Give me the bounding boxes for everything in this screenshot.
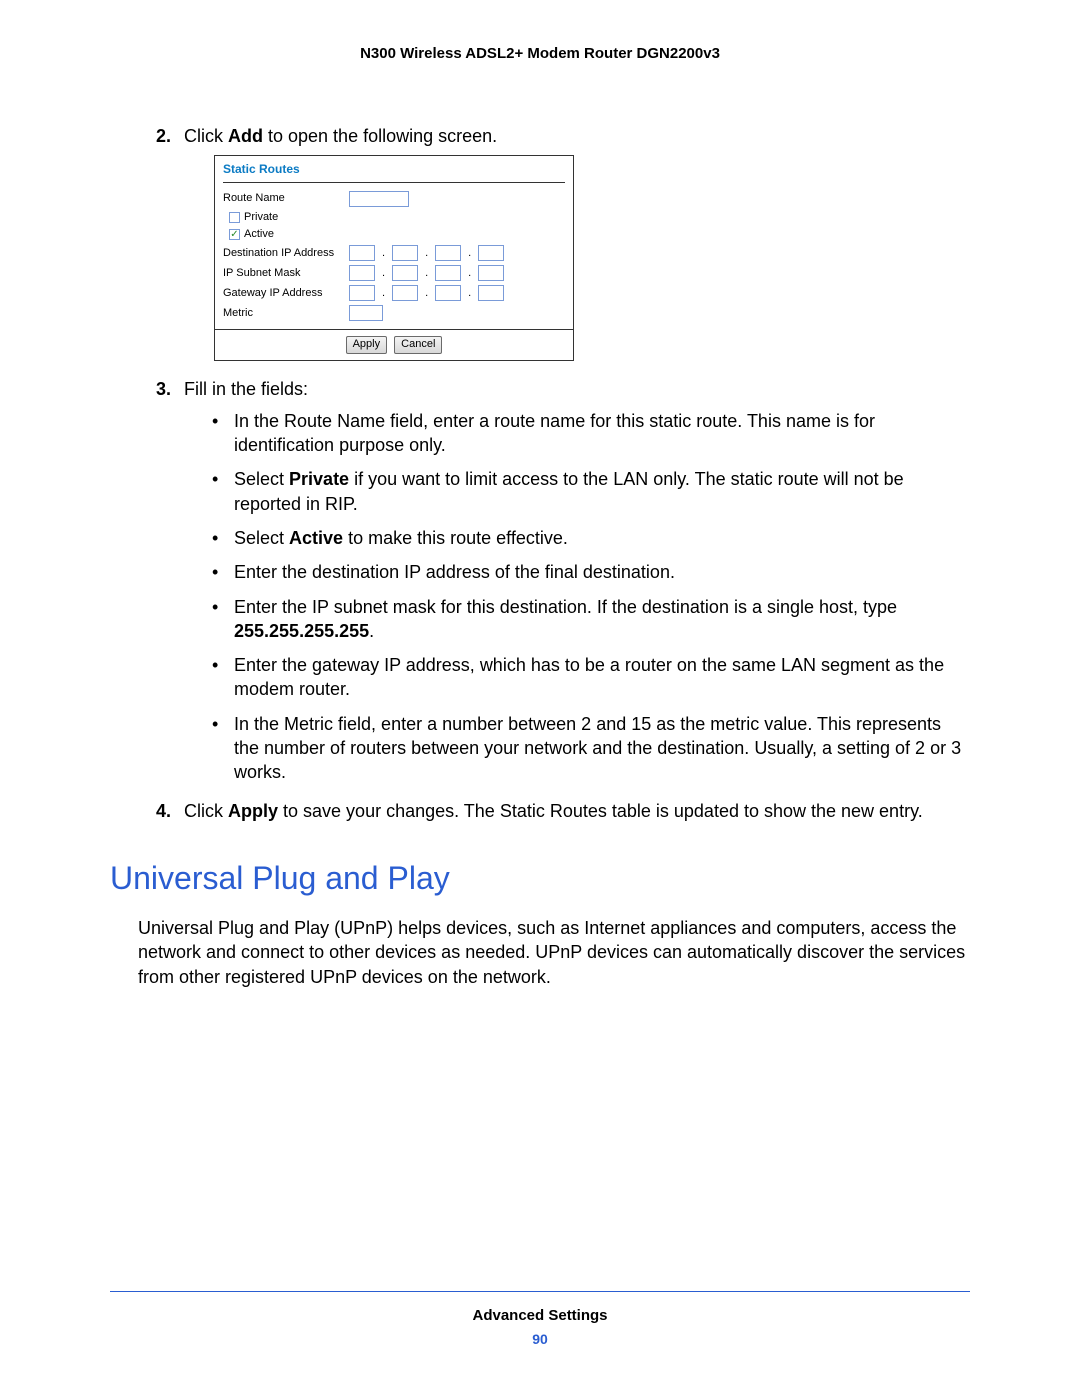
step-2-num: 2.: [156, 124, 171, 148]
footer-page-number: 90: [0, 1330, 1080, 1349]
step-2-text: Click Add to open the following screen.: [184, 126, 497, 146]
input-metric[interactable]: [349, 305, 383, 321]
step-3-num: 3.: [156, 377, 171, 401]
gateway-oct-3[interactable]: [435, 285, 461, 301]
label-subnet: IP Subnet Mask: [223, 267, 343, 280]
step-4: 4. Click Apply to save your changes. The…: [156, 799, 970, 823]
bullet-route-name: In the Route Name field, enter a route n…: [212, 409, 970, 458]
bullet-private: Select Private if you want to limit acce…: [212, 467, 970, 516]
bullet-subnet: Enter the IP subnet mask for this destin…: [212, 595, 970, 644]
input-route-name[interactable]: [349, 191, 409, 207]
step-4-num: 4.: [156, 799, 171, 823]
subnet-oct-3[interactable]: [435, 265, 461, 281]
gateway-oct-1[interactable]: [349, 285, 375, 301]
footer-section: Advanced Settings: [0, 1306, 1080, 1326]
gateway-oct-4[interactable]: [478, 285, 504, 301]
footer-divider: [110, 1291, 970, 1292]
label-active: Active: [244, 228, 274, 241]
bullet-metric: In the Metric field, enter a number betw…: [212, 712, 970, 785]
step-2: 2. Click Add to open the following scree…: [156, 124, 970, 360]
label-gateway: Gateway IP Address: [223, 287, 343, 300]
dest-ip-oct-3[interactable]: [435, 245, 461, 261]
panel-title: Static Routes: [215, 156, 573, 180]
dest-ip-oct-2[interactable]: [392, 245, 418, 261]
static-routes-panel: Static Routes Route Name Private ✓ Activ…: [214, 155, 574, 361]
bullet-gateway: Enter the gateway IP address, which has …: [212, 653, 970, 702]
label-private: Private: [244, 211, 278, 224]
bullet-dest-ip: Enter the destination IP address of the …: [212, 560, 970, 584]
apply-button[interactable]: Apply: [346, 336, 388, 353]
subnet-oct-4[interactable]: [478, 265, 504, 281]
label-metric: Metric: [223, 307, 343, 320]
checkbox-active[interactable]: ✓: [229, 229, 240, 240]
label-dest-ip: Destination IP Address: [223, 247, 343, 260]
panel-divider: [223, 182, 565, 183]
subnet-oct-2[interactable]: [392, 265, 418, 281]
dest-ip-oct-1[interactable]: [349, 245, 375, 261]
bullet-active: Select Active to make this route effecti…: [212, 526, 970, 550]
section-heading-upnp: Universal Plug and Play: [110, 857, 970, 900]
step-4-text: Click Apply to save your changes. The St…: [184, 801, 923, 821]
step-3: 3. Fill in the fields: In the Route Name…: [156, 377, 970, 785]
subnet-oct-1[interactable]: [349, 265, 375, 281]
label-route-name: Route Name: [223, 192, 343, 205]
doc-header: N300 Wireless ADSL2+ Modem Router DGN220…: [110, 44, 970, 64]
cancel-button[interactable]: Cancel: [394, 336, 442, 353]
page-footer: Advanced Settings 90: [0, 1291, 1080, 1349]
gateway-oct-2[interactable]: [392, 285, 418, 301]
checkbox-private[interactable]: [229, 212, 240, 223]
section-body-upnp: Universal Plug and Play (UPnP) helps dev…: [138, 916, 970, 989]
step-3-text: Fill in the fields:: [184, 379, 308, 399]
dest-ip-oct-4[interactable]: [478, 245, 504, 261]
